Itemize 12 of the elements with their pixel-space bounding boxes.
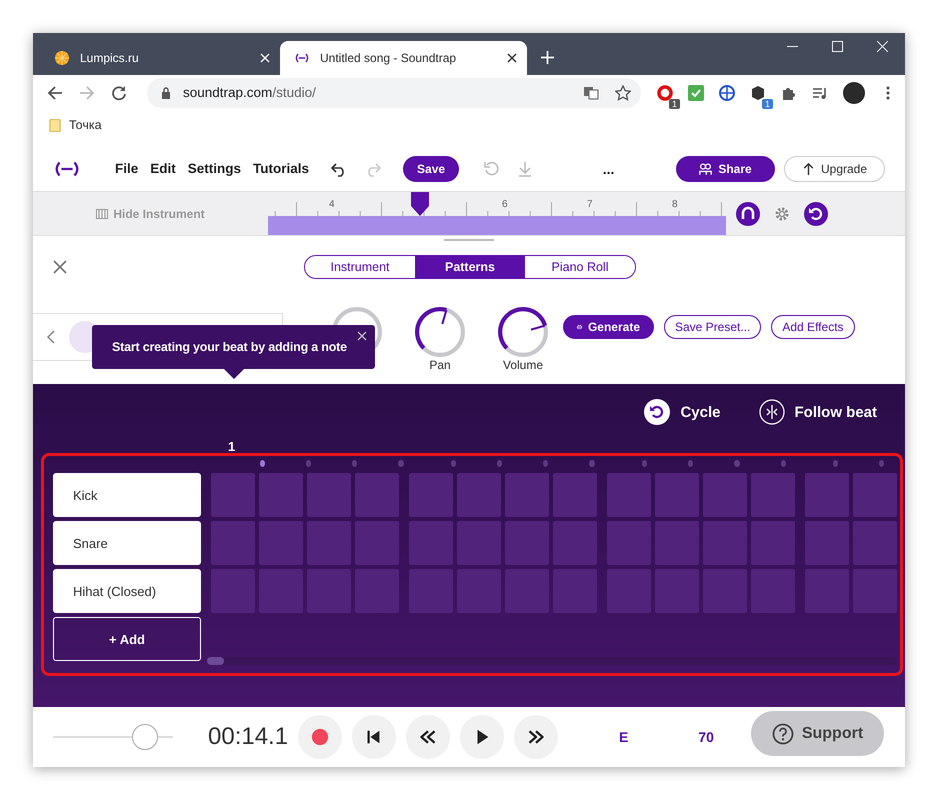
bar-number: 8 [672, 198, 678, 210]
bar-number: 7 [587, 198, 593, 210]
extension-badge: 1 [762, 98, 773, 108]
tooltip-text: Start creating your beat by adding a note [112, 340, 347, 354]
time-display: 00:14.1 [208, 723, 290, 751]
bar-number: 6 [502, 198, 508, 210]
extension-badge: 1 [668, 98, 680, 108]
url-text: soundtrap.com/studio/ [183, 85, 316, 100]
bar-number: 4 [329, 198, 335, 210]
knob-label: Pan [429, 358, 451, 372]
knob-label: Volume [502, 358, 544, 372]
bar-number: 1 [228, 440, 236, 453]
